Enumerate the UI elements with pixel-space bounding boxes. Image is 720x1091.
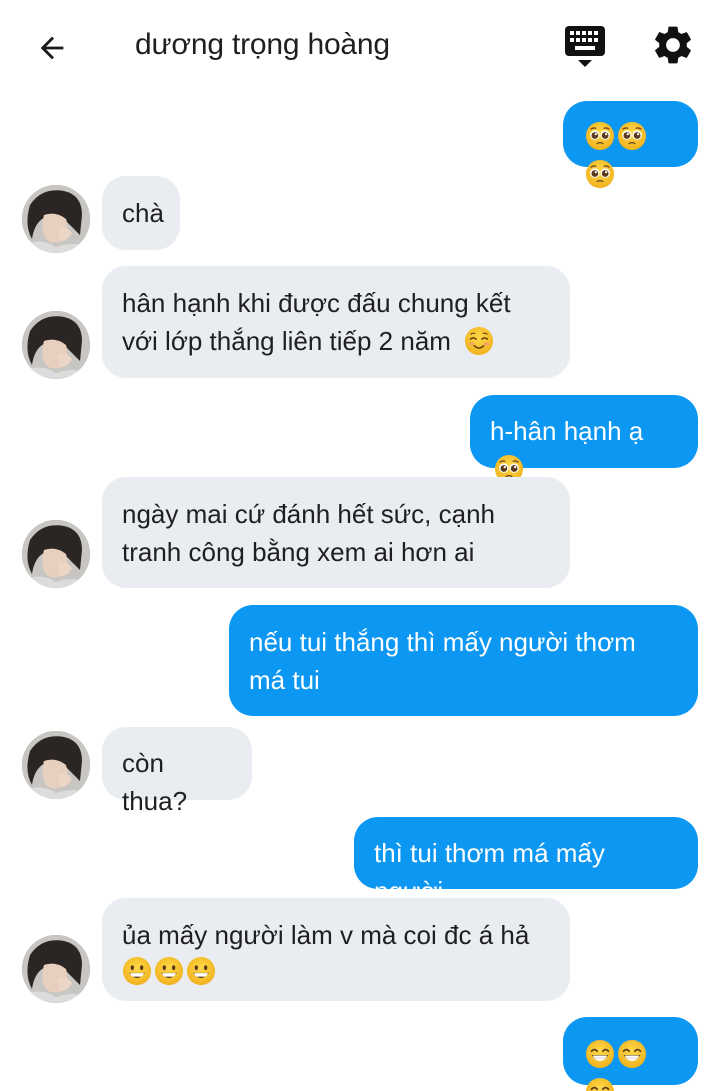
smiling-face-emoji: [464, 326, 494, 356]
message-text: nếu tui thắng thì mấy người thơm má tui: [249, 627, 644, 695]
arrow-left-icon: [40, 36, 64, 60]
grinning-face-emoji: [154, 956, 184, 986]
pleading-face-emoji: [585, 121, 615, 151]
message-text: thì tui thơm má mấy người: [374, 838, 613, 906]
avatar-photo: [22, 731, 90, 799]
message-text: hân hạnh khi được đấu chung kết với lớp …: [122, 288, 518, 356]
chat-header: dương trọng hoàng: [0, 0, 720, 96]
keyboard-icon: [565, 26, 605, 67]
outgoing-message[interactable]: thì tui thơm má mấy người: [354, 817, 698, 906]
avatar-photo: [22, 935, 90, 1003]
back-button[interactable]: [30, 26, 74, 70]
incoming-message[interactable]: ủa mấy người làm v mà coi đc á hả: [102, 898, 570, 1001]
avatar-photo: [22, 311, 90, 379]
avatar[interactable]: [22, 311, 90, 379]
message-text: ngày mai cứ đánh hết sức, cạnh tranh côn…: [122, 499, 503, 567]
message-text: còn thua?: [122, 748, 188, 816]
incoming-message[interactable]: còn thua?: [102, 727, 252, 816]
pleading-face-emoji: [617, 121, 647, 151]
chat-title: dương trọng hoàng: [135, 28, 390, 61]
outgoing-message[interactable]: [563, 101, 698, 167]
avatar-photo: [22, 520, 90, 588]
gear-icon: [655, 26, 691, 64]
beaming-face-emoji: [585, 1039, 615, 1069]
avatar[interactable]: [22, 935, 90, 1003]
message-text: h-hân hạnh ạ: [490, 416, 644, 446]
beaming-face-emoji: [585, 1077, 615, 1091]
keyboard-button[interactable]: [562, 22, 608, 70]
grinning-face-emoji: [186, 956, 216, 986]
beaming-face-emoji: [617, 1039, 647, 1069]
incoming-message[interactable]: ngày mai cứ đánh hết sức, cạnh tranh côn…: [102, 477, 570, 588]
settings-button[interactable]: [650, 22, 698, 70]
outgoing-message[interactable]: h-hân hạnh ạ: [470, 395, 698, 468]
outgoing-message[interactable]: nếu tui thắng thì mấy người thơm má tui: [229, 605, 698, 716]
avatar[interactable]: [22, 185, 90, 253]
avatar[interactable]: [22, 731, 90, 799]
message-text: ủa mấy người làm v mà coi đc á hả: [122, 920, 530, 950]
incoming-message[interactable]: chà: [102, 176, 180, 250]
outgoing-message[interactable]: [563, 1017, 698, 1085]
incoming-message[interactable]: hân hạnh khi được đấu chung kết với lớp …: [102, 266, 570, 378]
avatar-photo: [22, 185, 90, 253]
grinning-face-emoji: [122, 956, 152, 986]
pleading-face-emoji: [585, 159, 615, 189]
message-text: chà: [122, 198, 164, 228]
avatar[interactable]: [22, 520, 90, 588]
